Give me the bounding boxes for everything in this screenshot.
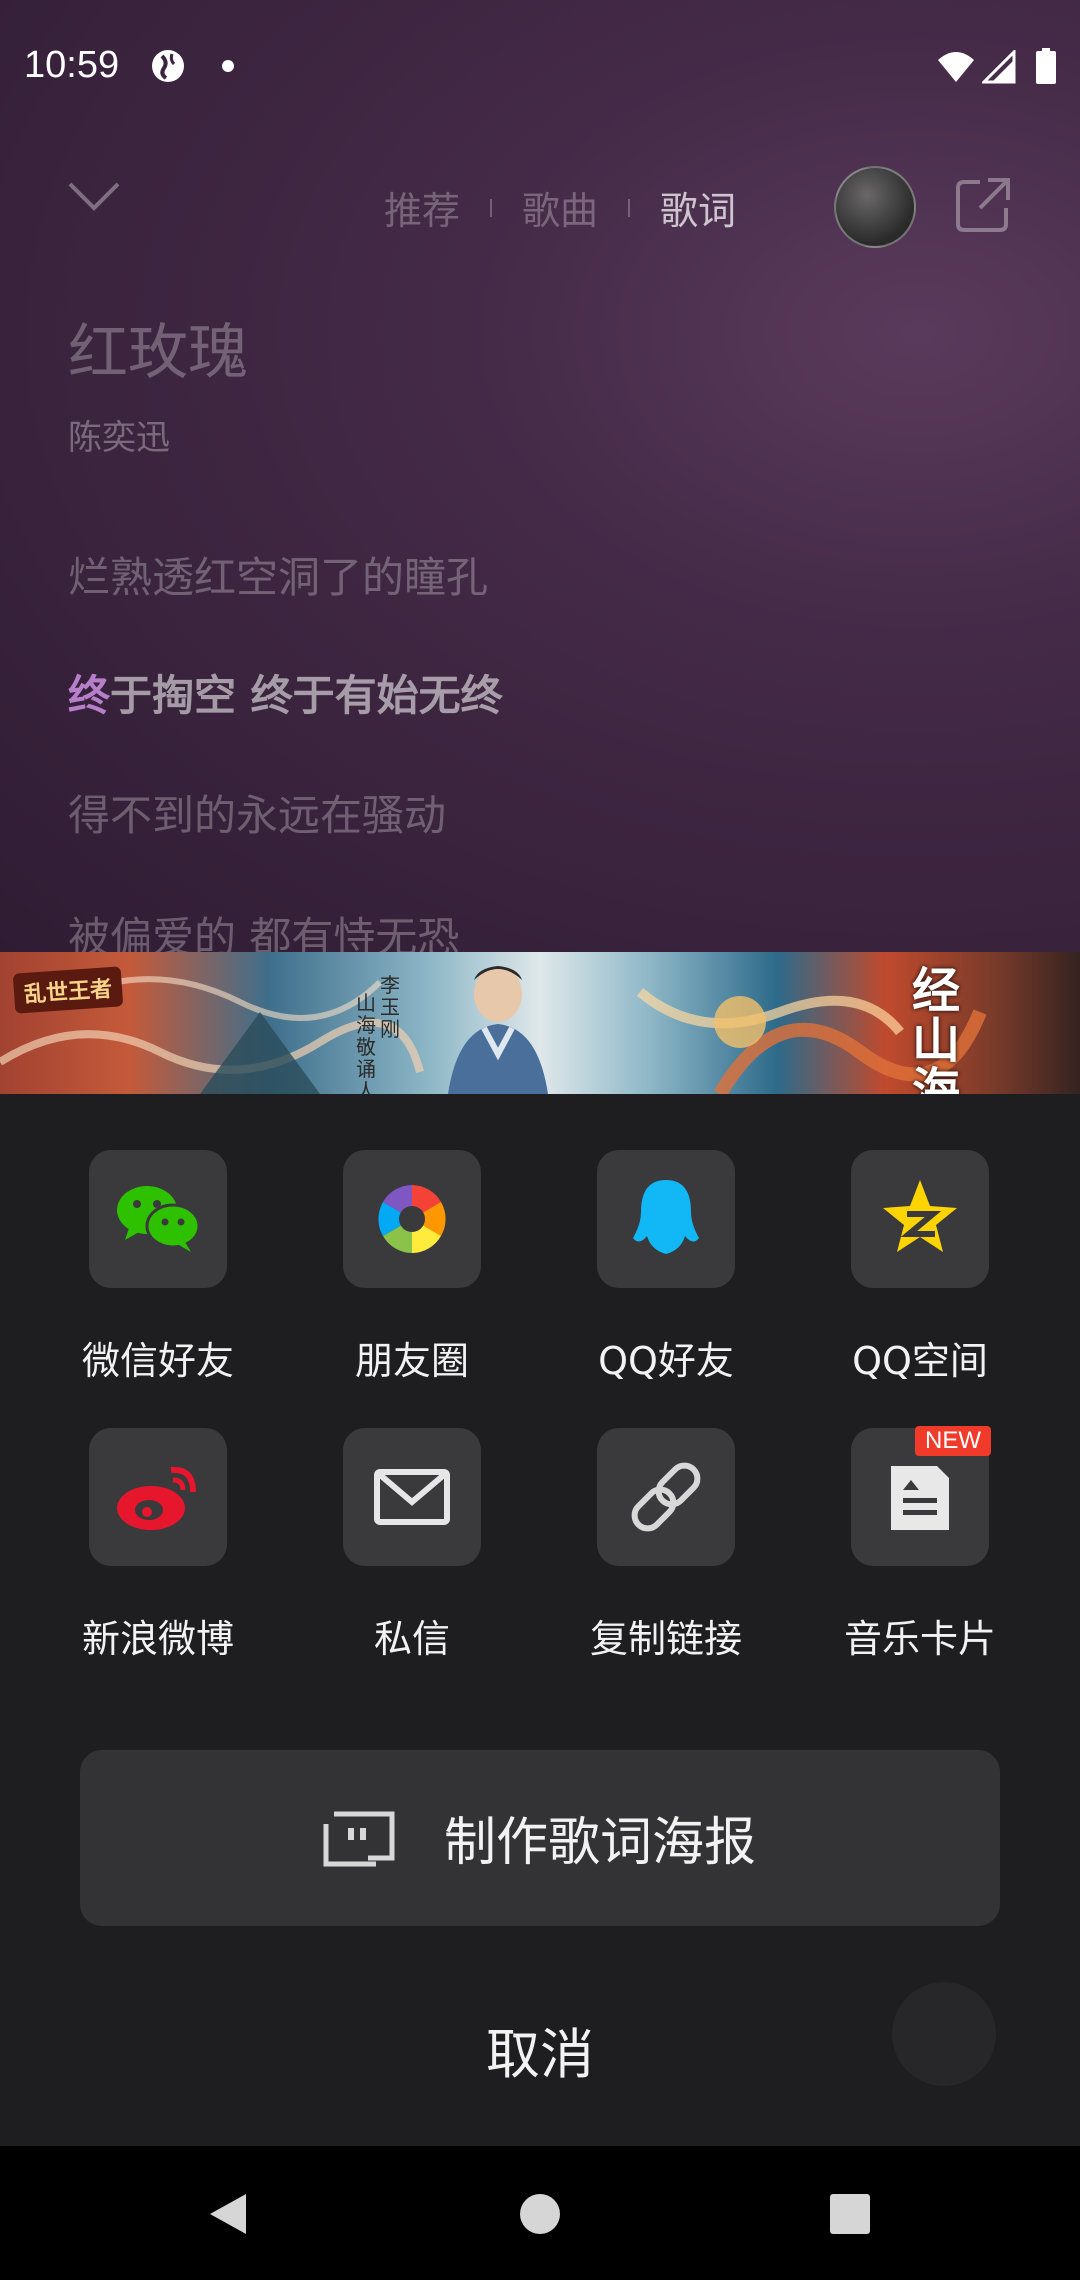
share-tile xyxy=(597,1428,735,1566)
lyric-line: 被偏爱的 都有恃无恐 xyxy=(68,913,460,952)
share-label: 新浪微博 xyxy=(81,1617,234,1661)
share-tile xyxy=(343,1150,481,1288)
share-moments[interactable]: 朋友圈 xyxy=(322,1150,502,1385)
tab-lyrics[interactable]: 歌词 xyxy=(630,180,766,235)
link-icon xyxy=(631,1462,701,1532)
share-tile xyxy=(89,1428,227,1566)
wechat-icon xyxy=(117,1186,201,1252)
battery-icon xyxy=(1036,48,1056,84)
player-background: 10:59 推荐 歌曲 歌词 红玫瑰 陈奕迅 烂熟透红空洞了的瞳孔 终于掏空 终… xyxy=(0,0,1080,952)
share-external-icon[interactable] xyxy=(954,176,1012,234)
globe-notification-icon xyxy=(152,50,184,82)
share-label: 音乐卡片 xyxy=(843,1617,996,1661)
ad-vertical-text: 山海敬诵人 xyxy=(356,991,376,1094)
share-qq-friend[interactable]: QQ好友 xyxy=(576,1150,756,1385)
status-bar: 10:59 xyxy=(0,0,1080,135)
share-weibo[interactable]: 新浪微博 xyxy=(68,1428,248,1663)
share-music-card[interactable]: NEW 音乐卡片 xyxy=(830,1426,1010,1663)
notification-dot xyxy=(222,60,234,72)
cancel-button[interactable]: 取消 xyxy=(0,2010,1080,2089)
share-label: 复制链接 xyxy=(589,1617,742,1661)
song-title: 红玫瑰 xyxy=(68,318,248,388)
share-label: 微信好友 xyxy=(81,1339,234,1383)
ad-person-image xyxy=(448,966,548,1094)
tab-songs[interactable]: 歌曲 xyxy=(492,180,628,235)
lyric-line-current: 终于掏空 终于有始无终 xyxy=(68,662,503,723)
qzone-icon xyxy=(883,1180,957,1252)
mail-icon xyxy=(374,1469,450,1525)
share-label: 私信 xyxy=(373,1617,450,1661)
weibo-icon xyxy=(117,1466,196,1530)
ad-game-logo: 乱世王者 xyxy=(12,966,124,1014)
share-tile xyxy=(343,1428,481,1566)
system-nav-bar xyxy=(0,2146,1080,2280)
song-artist[interactable]: 陈奕迅 xyxy=(68,410,170,459)
share-tile xyxy=(89,1150,227,1288)
player-top-bar: 推荐 歌曲 歌词 xyxy=(0,150,1080,260)
lyric-line: 烂熟透红空洞了的瞳孔 xyxy=(68,553,489,602)
share-tile xyxy=(597,1150,735,1288)
qq-icon xyxy=(633,1180,699,1254)
share-tile xyxy=(851,1150,989,1288)
share-qzone[interactable]: QQ空间 xyxy=(830,1150,1010,1385)
share-label: QQ好友 xyxy=(598,1339,734,1383)
share-label: 朋友圈 xyxy=(354,1339,469,1383)
signal-icon xyxy=(982,50,1016,84)
status-time: 10:59 xyxy=(24,44,120,86)
artist-avatar[interactable] xyxy=(834,166,916,248)
share-label: QQ空间 xyxy=(852,1339,988,1383)
lyric-line: 得不到的永远在骚动 xyxy=(68,791,447,840)
new-badge: NEW xyxy=(915,1426,991,1456)
ad-brand-text: 经山海 xyxy=(912,963,961,1094)
nav-back-icon[interactable] xyxy=(208,2192,248,2236)
make-lyric-poster-button[interactable]: 制作歌词海报 xyxy=(80,1750,1000,1926)
share-private-message[interactable]: 私信 xyxy=(322,1428,502,1663)
player-tabs: 推荐 歌曲 歌词 xyxy=(354,180,766,235)
share-wechat-friend[interactable]: 微信好友 xyxy=(68,1150,248,1385)
wifi-icon xyxy=(938,52,974,82)
ad-banner[interactable]: 乱世王者 李玉刚 山海敬诵人 经山海 xyxy=(0,952,1080,1094)
moments-icon xyxy=(378,1185,446,1253)
make-lyric-poster-label: 制作歌词海报 xyxy=(444,1813,757,1873)
lyric-current-rest: 于掏空 终于有始无终 xyxy=(110,671,503,720)
lyric-highlight: 终 xyxy=(68,671,111,720)
tab-recommend[interactable]: 推荐 xyxy=(354,180,490,235)
lyric-poster-icon xyxy=(323,1811,395,1867)
share-tile: NEW xyxy=(851,1426,991,1566)
chevron-down-icon[interactable] xyxy=(66,178,122,214)
nav-home-icon[interactable] xyxy=(520,2194,560,2234)
nav-recents-icon[interactable] xyxy=(830,2194,870,2234)
share-copy-link[interactable]: 复制链接 xyxy=(576,1428,756,1663)
ad-vertical-text: 李玉刚 xyxy=(380,973,400,1041)
